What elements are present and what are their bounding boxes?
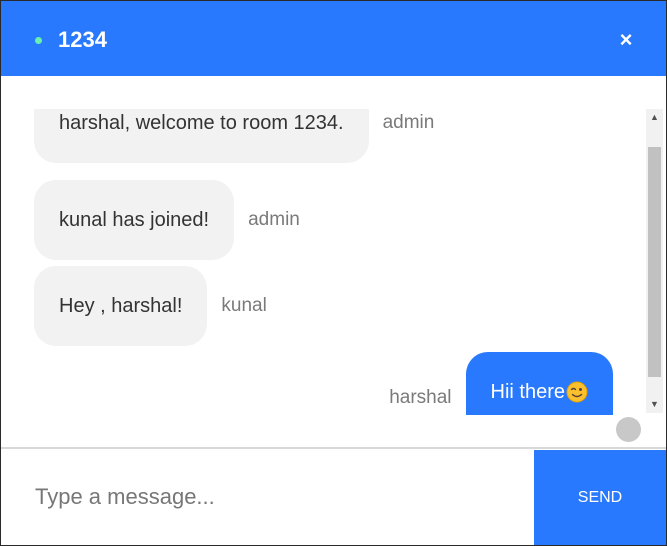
message-list[interactable]: harshal, welcome to room 1234. admin kun… [1,109,641,415]
message-item: kunal has joined! admin [34,180,300,260]
message-item: harshal, welcome to room 1234. admin [34,109,434,163]
composer [1,449,534,545]
message-input[interactable] [1,449,534,545]
message-sender: admin [382,112,435,133]
message-bubble: harshal, welcome to room 1234. [34,109,369,163]
message-item: Hey , harshal! kunal [34,266,267,346]
winking-smile-icon [566,381,588,403]
chat-header: 1234 × [1,1,666,76]
chat-window: 1234 × harshal, welcome to room 1234. ad… [0,0,667,546]
message-sender: kunal [221,295,267,316]
online-status-icon [35,37,42,44]
send-button[interactable]: SEND [534,450,666,545]
message-item-outgoing: harshal Hii there [389,352,613,415]
message-text: Hii there [490,381,565,403]
message-sender: admin [248,209,300,230]
message-bubble: Hey , harshal! [34,266,208,346]
typing-indicator-icon [616,417,641,442]
message-scrollbar[interactable]: ▲ ▼ [646,109,663,413]
close-icon[interactable]: × [613,27,639,53]
message-sender: harshal [389,387,452,408]
scroll-up-arrow-icon[interactable]: ▲ [646,109,663,126]
scroll-down-arrow-icon[interactable]: ▼ [646,396,663,413]
scroll-thumb[interactable] [648,147,661,377]
room-title: 1234 [58,27,107,52]
message-bubble: kunal has joined! [34,180,235,260]
message-bubble-outgoing: Hii there [465,352,613,415]
